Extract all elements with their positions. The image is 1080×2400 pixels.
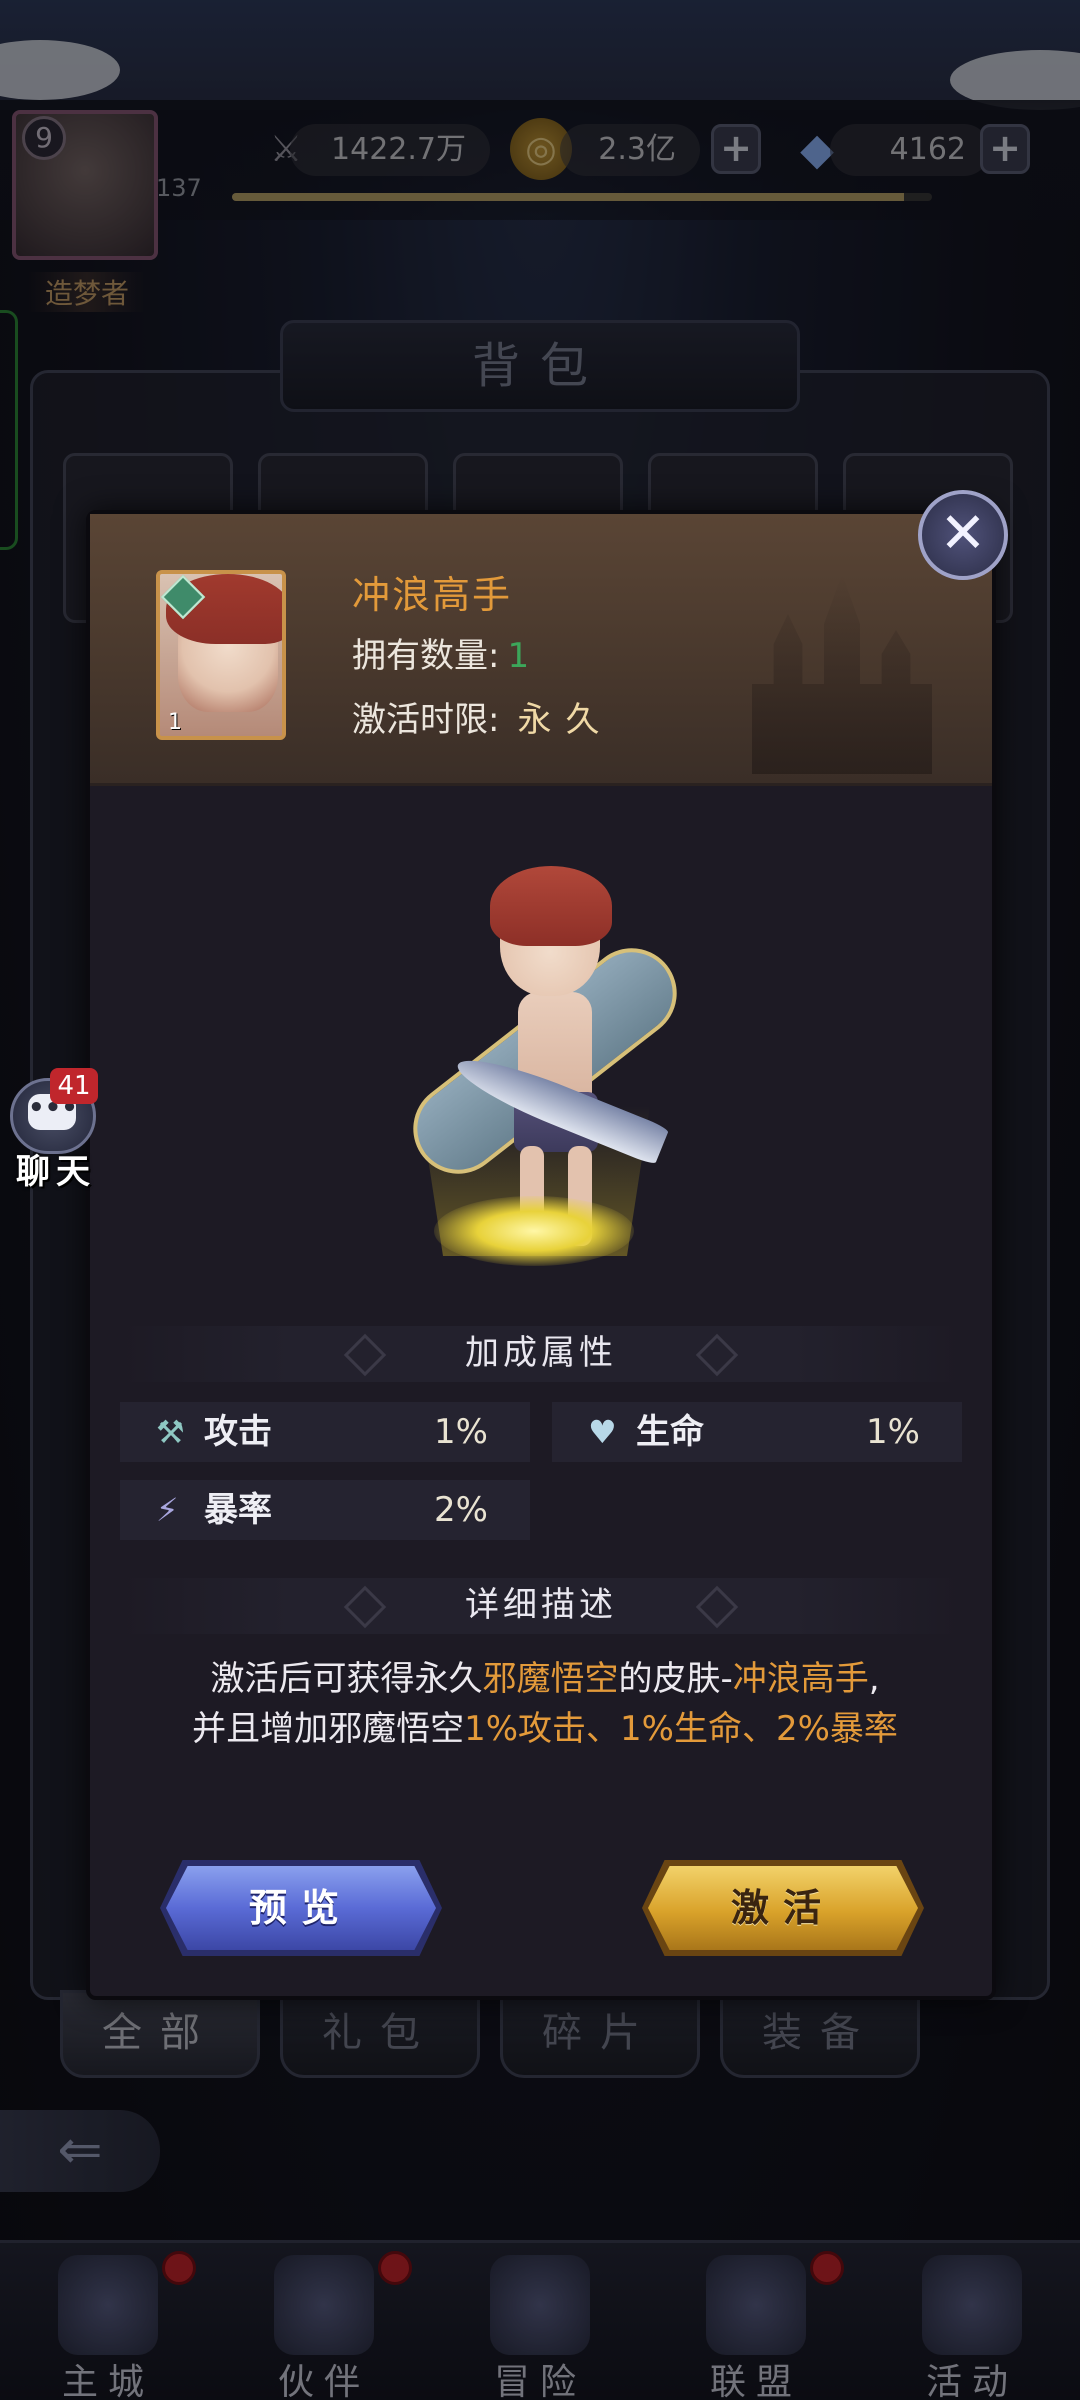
desc-text: 的皮肤- bbox=[618, 1659, 733, 1699]
stat-value: 2% bbox=[434, 1490, 488, 1530]
chat-button[interactable]: ••• 41 聊天 bbox=[6, 1068, 98, 1192]
item-detail-modal: 1 冲浪高手 拥有数量: 1 激活时限: 永久 加成属性 ⚒ 攻击 1% ♥ 生命 bbox=[86, 510, 996, 2000]
preview-button[interactable]: 预览 bbox=[166, 1866, 436, 1950]
own-count-value: 1 bbox=[507, 636, 530, 676]
modal-header: 1 冲浪高手 拥有数量: 1 激活时限: 永久 bbox=[90, 514, 992, 786]
chat-label: 聊天 bbox=[16, 1152, 96, 1192]
stat-attack: ⚒ 攻击 1% bbox=[120, 1402, 530, 1462]
attr-section-title: 加成属性 bbox=[120, 1326, 962, 1382]
desc-text: 并且增加邪魔悟空 bbox=[192, 1709, 465, 1749]
item-icon: 1 bbox=[156, 570, 286, 740]
ornament-icon bbox=[343, 1585, 387, 1629]
desc-line-2: 并且增加邪魔悟空1%攻击、1%生命、2%暴率 bbox=[130, 1704, 960, 1754]
ornament-icon bbox=[695, 1333, 739, 1377]
heart-icon: ♥ bbox=[588, 1413, 617, 1451]
activate-button[interactable]: 激活 bbox=[648, 1866, 918, 1950]
desc-section-title: 详细描述 bbox=[120, 1578, 962, 1634]
desc-text: , bbox=[868, 1659, 880, 1699]
activation-limit-value: 永久 bbox=[517, 700, 614, 740]
character-hair bbox=[490, 866, 612, 946]
attr-section-label: 加成属性 bbox=[465, 1333, 617, 1373]
sword-icon: ⚒ bbox=[156, 1413, 185, 1451]
castle-silhouette-decoration bbox=[752, 574, 932, 774]
pedestal-glow bbox=[434, 1196, 634, 1266]
stat-value: 1% bbox=[866, 1412, 920, 1452]
stat-hp: ♥ 生命 1% bbox=[552, 1402, 962, 1462]
stat-crit: ⚡ 暴率 2% bbox=[120, 1480, 530, 1540]
activation-limit-label: 激活时限: bbox=[352, 700, 500, 740]
desc-skin-name: 冲浪高手 bbox=[732, 1659, 869, 1699]
desc-text: 激活后可获得永久 bbox=[210, 1659, 483, 1699]
desc-bonus: 1%攻击、1%生命、2%暴率 bbox=[464, 1709, 898, 1749]
character-preview bbox=[90, 786, 992, 1326]
close-button[interactable]: ✕ bbox=[918, 490, 1008, 580]
own-count-label: 拥有数量: bbox=[352, 636, 500, 676]
desc-hero-name: 邪魔悟空 bbox=[482, 1659, 619, 1699]
item-description: 激活后可获得永久邪魔悟空的皮肤-冲浪高手, 并且增加邪魔悟空1%攻击、1%生命、… bbox=[130, 1654, 960, 1754]
item-count: 1 bbox=[168, 710, 182, 735]
stat-value: 1% bbox=[434, 1412, 488, 1452]
ornament-icon bbox=[695, 1585, 739, 1629]
desc-line-1: 激活后可获得永久邪魔悟空的皮肤-冲浪高手, bbox=[130, 1654, 960, 1704]
ornament-icon bbox=[343, 1333, 387, 1377]
stat-label: 暴率 bbox=[204, 1490, 272, 1530]
stat-label: 生命 bbox=[636, 1412, 704, 1452]
lightning-icon: ⚡ bbox=[156, 1491, 179, 1529]
chat-unread-badge: 41 bbox=[50, 1068, 98, 1104]
activation-limit-row: 激活时限: 永久 bbox=[352, 692, 613, 741]
item-name: 冲浪高手 bbox=[352, 573, 513, 617]
desc-section-label: 详细描述 bbox=[465, 1585, 617, 1625]
stat-label: 攻击 bbox=[204, 1412, 272, 1452]
own-count-row: 拥有数量: 1 bbox=[352, 628, 529, 677]
